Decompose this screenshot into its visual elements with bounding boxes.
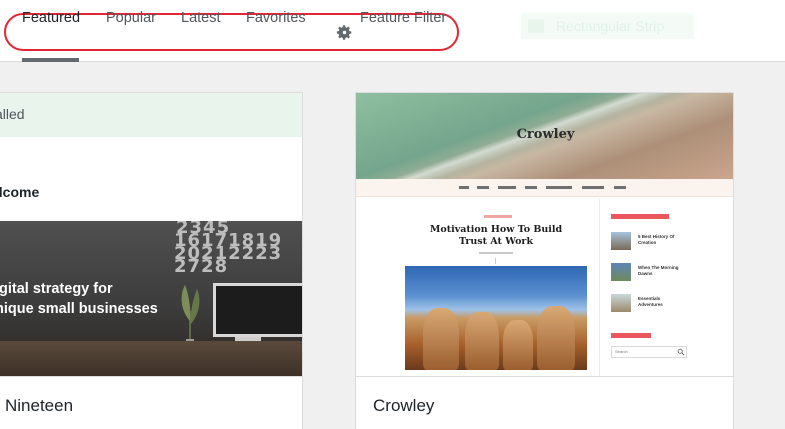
theme-screenshot[interactable]: Crowley Motivation How To Build Trust At… bbox=[356, 93, 733, 376]
preview-sidebar-heading bbox=[611, 214, 669, 219]
theme-card-footer: Crowley bbox=[356, 376, 733, 429]
theme-name[interactable]: Nineteen bbox=[5, 396, 73, 416]
monitor-icon bbox=[213, 283, 302, 337]
sidebar-post-title: When The Morning Dawns bbox=[638, 265, 679, 276]
preview-post-image bbox=[405, 266, 587, 370]
preview-hero-headline-2: nique small businesses bbox=[0, 301, 158, 317]
theme-card-crowley[interactable]: Crowley Motivation How To Build Trust At… bbox=[355, 92, 734, 429]
preview-sidebar-heading bbox=[611, 333, 651, 338]
preview-search-placeholder: Search bbox=[615, 349, 628, 354]
ghost-label: Rectangular Strip bbox=[556, 18, 665, 34]
tab-popular[interactable]: Popular bbox=[106, 10, 156, 26]
preview-hero-image: 2345 16171819 20212223 2728 gital strate… bbox=[0, 221, 302, 376]
current-tab-indicator bbox=[22, 58, 79, 62]
theme-name[interactable]: Crowley bbox=[373, 396, 434, 416]
gear-icon[interactable] bbox=[336, 24, 353, 41]
preview-post-category bbox=[484, 215, 512, 218]
tab-featured[interactable]: Featured bbox=[22, 10, 80, 26]
installed-banner: alled bbox=[0, 93, 302, 137]
preview-nav bbox=[356, 179, 733, 197]
theme-filter-bar: Featured Popular Latest Favorites Featur… bbox=[0, 0, 785, 62]
preview-post-title: Motivation How To Build Trust At Work bbox=[429, 224, 563, 247]
ghost-checkbox bbox=[528, 19, 544, 33]
theme-card-nineteen[interactable]: alled elcome 2345 16171819 20212223 2728… bbox=[0, 92, 303, 429]
preview-welcome-heading: elcome bbox=[0, 184, 40, 200]
calendar-poster: 2345 16171819 20212223 2728 bbox=[174, 221, 283, 277]
tab-latest[interactable]: Latest bbox=[181, 10, 221, 26]
search-icon bbox=[677, 348, 685, 356]
installed-label: alled bbox=[0, 106, 25, 122]
sidebar-thumb bbox=[611, 232, 631, 250]
sidebar-thumb bbox=[611, 294, 631, 312]
preview-hero-headline-1: gital strategy for bbox=[0, 281, 113, 297]
sidebar-thumb bbox=[611, 263, 631, 281]
preview-site-title: Crowley bbox=[516, 127, 575, 142]
preview-search-box: Search bbox=[611, 346, 687, 358]
tab-favorites[interactable]: Favorites bbox=[246, 10, 306, 26]
sidebar-post-title: Essentials Adventures bbox=[638, 296, 663, 307]
sidebar-post-title: 5 Best History Of Creation bbox=[638, 234, 675, 245]
tab-feature-filter[interactable]: Feature Filter bbox=[360, 10, 446, 26]
theme-card-footer: Nineteen bbox=[0, 376, 302, 429]
